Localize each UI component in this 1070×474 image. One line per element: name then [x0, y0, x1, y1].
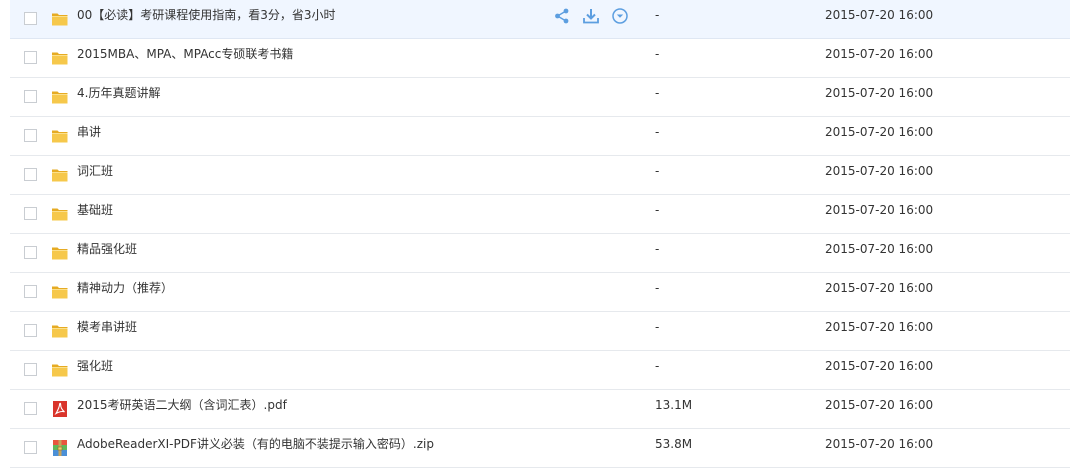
- row-checkbox[interactable]: [24, 207, 37, 220]
- row-checkbox[interactable]: [24, 168, 37, 181]
- file-name[interactable]: 基础班: [77, 195, 113, 225]
- file-row[interactable]: 基础班 - 2015-07-20 16:00: [10, 195, 1070, 234]
- zip-icon: [51, 439, 69, 457]
- file-modified: 2015-07-20 16:00: [825, 86, 934, 100]
- file-size: -: [655, 47, 660, 61]
- file-modified: 2015-07-20 16:00: [825, 203, 934, 217]
- folder-icon: [51, 127, 69, 145]
- file-row[interactable]: 强化班 - 2015-07-20 16:00: [10, 351, 1070, 390]
- file-size: -: [655, 359, 660, 373]
- file-row[interactable]: 00【必读】考研课程使用指南，看3分，省3小时 - 2015-07-20 16:…: [10, 0, 1070, 39]
- file-name[interactable]: 串讲: [77, 117, 101, 147]
- file-row[interactable]: 2015MBA、MPA、MPAcc专硕联考书籍 - 2015-07-20 16:…: [10, 39, 1070, 78]
- file-size: -: [655, 242, 660, 256]
- folder-icon: [51, 88, 69, 106]
- file-modified: 2015-07-20 16:00: [825, 320, 934, 334]
- file-name[interactable]: 强化班: [77, 351, 113, 381]
- row-checkbox[interactable]: [24, 363, 37, 376]
- row-checkbox[interactable]: [24, 12, 37, 25]
- file-row[interactable]: 词汇班 - 2015-07-20 16:00: [10, 156, 1070, 195]
- folder-icon: [51, 283, 69, 301]
- file-name[interactable]: 精神动力（推荐）: [77, 273, 173, 303]
- file-modified: 2015-07-20 16:00: [825, 437, 934, 451]
- share-icon[interactable]: [553, 7, 571, 25]
- file-size: -: [655, 281, 660, 295]
- row-checkbox[interactable]: [24, 51, 37, 64]
- file-row[interactable]: 模考串讲班 - 2015-07-20 16:00: [10, 312, 1070, 351]
- file-name[interactable]: 2015考研英语二大纲（含词汇表）.pdf: [77, 390, 287, 420]
- folder-icon: [51, 205, 69, 223]
- folder-icon: [51, 10, 69, 28]
- row-checkbox[interactable]: [24, 246, 37, 259]
- folder-icon: [51, 361, 69, 379]
- file-size: -: [655, 86, 660, 100]
- row-checkbox[interactable]: [24, 90, 37, 103]
- file-row[interactable]: 精神动力（推荐） - 2015-07-20 16:00: [10, 273, 1070, 312]
- file-row[interactable]: 串讲 - 2015-07-20 16:00: [10, 117, 1070, 156]
- row-checkbox[interactable]: [24, 324, 37, 337]
- file-modified: 2015-07-20 16:00: [825, 281, 934, 295]
- file-modified: 2015-07-20 16:00: [825, 242, 934, 256]
- file-list: 00【必读】考研课程使用指南，看3分，省3小时 - 2015-07-20 16:…: [10, 0, 1070, 468]
- file-name[interactable]: AdobeReaderXI-PDF讲义必装（有的电脑不装提示输入密码）.zip: [77, 429, 434, 459]
- file-name[interactable]: 2015MBA、MPA、MPAcc专硕联考书籍: [77, 39, 293, 69]
- file-size: -: [655, 8, 660, 22]
- row-actions: [553, 6, 629, 26]
- row-checkbox[interactable]: [24, 441, 37, 454]
- folder-icon: [51, 244, 69, 262]
- file-row[interactable]: 2015考研英语二大纲（含词汇表）.pdf 13.1M 2015-07-20 1…: [10, 390, 1070, 429]
- file-size: -: [655, 203, 660, 217]
- file-size: -: [655, 164, 660, 178]
- file-modified: 2015-07-20 16:00: [825, 47, 934, 61]
- file-size: 53.8M: [655, 437, 693, 451]
- folder-icon: [51, 49, 69, 67]
- folder-icon: [51, 166, 69, 184]
- file-row[interactable]: 精品强化班 - 2015-07-20 16:00: [10, 234, 1070, 273]
- row-checkbox[interactable]: [24, 402, 37, 415]
- file-size: -: [655, 125, 660, 139]
- file-name[interactable]: 00【必读】考研课程使用指南，看3分，省3小时: [77, 0, 336, 30]
- file-modified: 2015-07-20 16:00: [825, 398, 934, 412]
- file-modified: 2015-07-20 16:00: [825, 8, 934, 22]
- file-name[interactable]: 精品强化班: [77, 234, 137, 264]
- file-name[interactable]: 词汇班: [77, 156, 113, 186]
- file-size: 13.1M: [655, 398, 693, 412]
- file-size: -: [655, 320, 660, 334]
- file-row[interactable]: AdobeReaderXI-PDF讲义必装（有的电脑不装提示输入密码）.zip …: [10, 429, 1070, 468]
- row-checkbox[interactable]: [24, 285, 37, 298]
- file-row[interactable]: 4.历年真题讲解 - 2015-07-20 16:00: [10, 78, 1070, 117]
- file-name[interactable]: 模考串讲班: [77, 312, 137, 342]
- file-modified: 2015-07-20 16:00: [825, 125, 934, 139]
- more-dropdown-icon[interactable]: [611, 7, 629, 25]
- file-name[interactable]: 4.历年真题讲解: [77, 78, 160, 108]
- download-icon[interactable]: [582, 7, 600, 25]
- folder-icon: [51, 322, 69, 340]
- row-checkbox[interactable]: [24, 129, 37, 142]
- pdf-icon: [51, 400, 69, 418]
- file-modified: 2015-07-20 16:00: [825, 164, 934, 178]
- file-modified: 2015-07-20 16:00: [825, 359, 934, 373]
